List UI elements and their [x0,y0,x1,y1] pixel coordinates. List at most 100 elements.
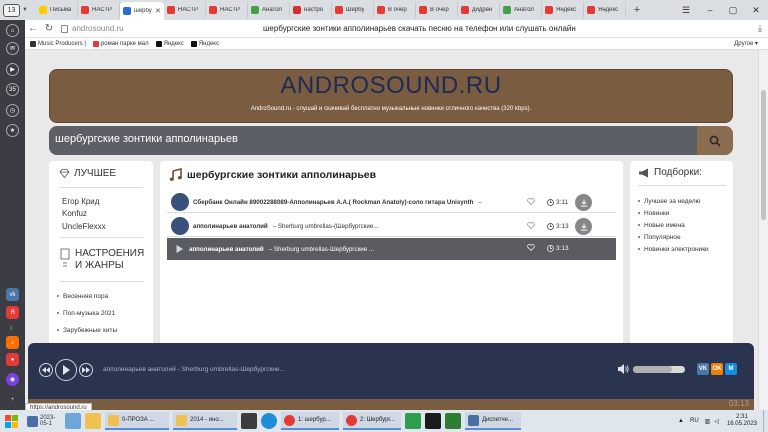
address-bar[interactable]: androsound.ru [61,24,124,33]
folder-icon[interactable] [85,413,101,429]
sidebar-history-icon[interactable]: ◷ [6,104,19,117]
pick-item[interactable]: Новые имена [638,222,685,229]
track-play-button[interactable] [171,193,189,211]
browser-tab[interactable]: В очер [374,2,416,18]
pick-item[interactable]: Популярное [638,234,681,241]
best-artist-link[interactable]: Konfuz [62,209,87,218]
track-play-button[interactable] [173,240,185,258]
sidebar-play-icon[interactable]: ▶ [6,63,19,76]
page-scrollbar[interactable] [758,50,768,410]
previous-button[interactable] [39,363,53,377]
plus-app-icon[interactable] [405,413,421,429]
sidebar-mail-icon[interactable]: ✉ [6,42,19,55]
download-button[interactable] [575,218,592,235]
sidebar-add-icon[interactable]: + [6,393,19,406]
share-ok-icon[interactable]: OK [711,363,723,375]
taskbar-task[interactable]: 2: Шербург... [343,412,401,430]
tab-count-button[interactable]: 13 [3,3,20,17]
sidebar-bookmark-icon[interactable]: ★ [6,124,19,137]
cmd-icon[interactable] [241,413,257,429]
yandex-app-icon[interactable]: Я [6,306,19,319]
pick-item[interactable]: Новинки электроники [638,246,709,253]
bookmark-item[interactable]: роман парке мал [92,40,149,47]
search-button[interactable] [697,126,733,155]
search-input[interactable]: шербургские зонтики апполинарьев [55,133,238,145]
minimize-button[interactable]: – [699,0,721,20]
share-vk-icon[interactable]: VK [697,363,709,375]
close-tab-icon[interactable]: ✕ [155,7,161,15]
bookmark-item[interactable]: Яндекс [190,40,219,47]
taskbar-task[interactable]: Диспетче... [465,412,521,430]
browser-tab[interactable]: НАСТР [206,2,248,18]
browser-tab[interactable]: НАСТР [78,2,120,18]
reload-button[interactable]: ↻ [41,23,57,34]
track-row[interactable]: апполинарьев анатолий – Sherburg umbrella… [167,238,616,260]
browser-tab[interactable]: Анатол [500,2,542,18]
heart-icon[interactable] [527,222,535,229]
play-button[interactable] [55,359,77,381]
bookmarks-other[interactable]: Другое ▾ [734,40,758,47]
browser-tab[interactable]: настро [290,2,332,18]
browser-tab[interactable]: Яндекс [542,2,584,18]
ie-icon[interactable] [261,413,277,429]
heart-icon[interactable] [527,198,535,205]
browser-tab[interactable]: Письма [36,2,78,18]
alice-icon[interactable]: ◉ [6,373,19,386]
tab-menu-icon[interactable]: ☰ [675,0,697,20]
start-button[interactable] [0,410,22,432]
taskbar-task[interactable]: 2014 - ино... [173,412,237,430]
browser-tab[interactable]: Яндекс [584,2,626,18]
mood-item[interactable]: Поп-музыка 2021 [57,310,115,317]
sidebar-counter-icon[interactable]: 35 [6,83,19,96]
language-indicator[interactable]: RU [690,418,699,424]
site-logo[interactable]: ANDROSOUND.RU [50,72,732,100]
track-row[interactable]: апполинарьев анатолий – Sherburg umbrella… [167,216,616,237]
mood-item[interactable]: Весенняя пора [57,293,108,300]
app-icon[interactable] [425,413,441,429]
browser-tab[interactable]: НАСТР [164,2,206,18]
best-artist-link[interactable]: Егор Крид [62,197,99,206]
sidebar-home-icon[interactable]: ⌂ [6,24,19,37]
pick-item[interactable]: Новинки [638,210,669,217]
close-window-button[interactable]: ✕ [745,0,767,20]
taskbar-task[interactable]: 1: шербур... [281,412,339,430]
maximize-button[interactable]: ▢ [722,0,744,20]
network-icon[interactable]: ▥ [705,418,711,425]
vk-icon[interactable]: vk [6,288,19,301]
red-app-icon[interactable]: ● [6,353,19,366]
browser-tab[interactable]: дидрен [458,2,500,18]
share-m-icon[interactable]: M [725,363,737,375]
volume-icon[interactable] [618,364,629,374]
taskbar-item-date-window[interactable]: 2023-05-1 [25,412,63,430]
heart-icon[interactable] [527,244,535,251]
browser-tab[interactable]: В очер [416,2,458,18]
show-desktop-button[interactable] [763,410,768,432]
media-icon[interactable] [65,413,81,429]
download-button[interactable] [575,194,592,211]
volume-slider[interactable] [633,365,685,373]
tray-chevron-icon[interactable]: ▲ [678,418,684,424]
bookmark-item[interactable]: Music Producers | [30,40,86,47]
progress-bar[interactable]: 03:13 [28,399,754,410]
best-artist-link[interactable]: UncleFlexxx [62,222,106,231]
next-button[interactable] [79,363,93,377]
browser-tab[interactable]: шербу ✕ [120,2,164,20]
bookmark-item[interactable]: Яндекс [155,40,184,47]
clock[interactable]: 2:31 16.05.2023 [727,414,757,428]
speaker-icon[interactable]: ◁ [714,418,719,425]
track-play-button[interactable] [171,217,189,235]
chevron-down-icon[interactable]: ▼ [20,4,30,17]
new-tab-button[interactable]: + [630,4,644,16]
taskbar-task[interactable]: 0-ПРОЗА ... [105,412,169,430]
music-app-icon[interactable]: ♪ [6,336,19,349]
pick-item[interactable]: Лучшее за неделю [638,198,701,205]
back-button[interactable]: ← [25,23,41,34]
mood-item[interactable]: Зарубежные хиты [57,327,117,334]
browser-tab[interactable]: Шербу [332,2,374,18]
download-icon[interactable]: ⤓ [758,23,762,34]
browser-tab[interactable]: Анатол [248,2,290,18]
moon-icon[interactable]: ☾ [6,322,19,335]
app-icon[interactable] [445,413,461,429]
track-row[interactable]: Сбербанк Онлайн 89002288089-Апполинарьев… [167,192,616,213]
scrollbar-thumb[interactable] [761,90,766,220]
